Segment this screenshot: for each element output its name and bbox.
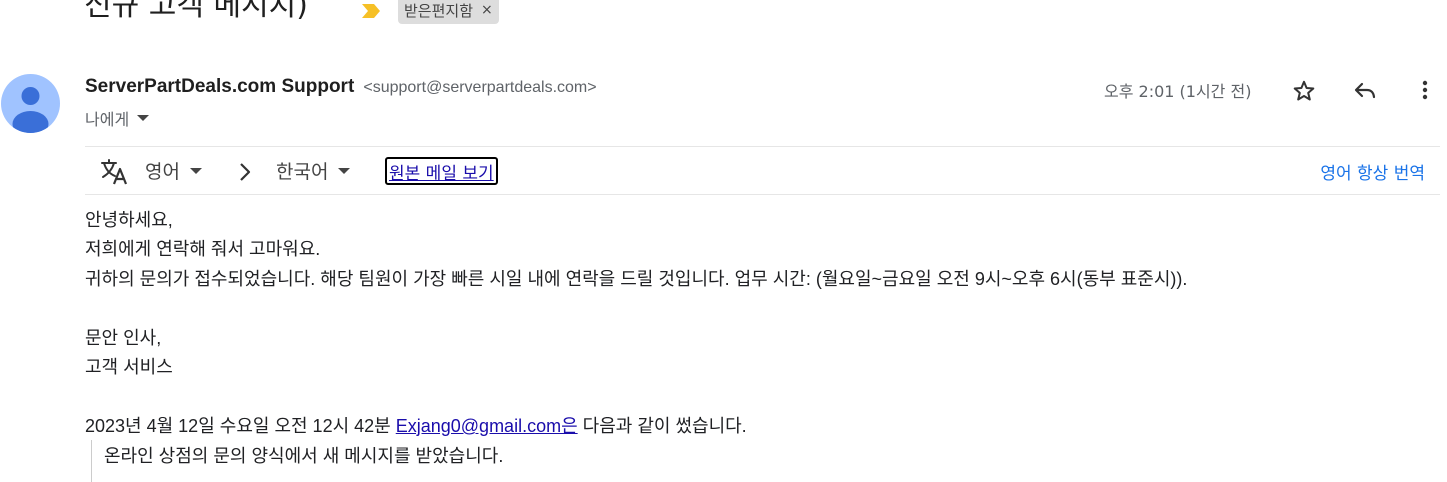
recipient-dropdown-icon[interactable] <box>137 115 150 121</box>
source-language-label: 영어 <box>145 161 180 183</box>
quote-header: 2023년 4월 12일 수요일 오전 12시 42분 Exjang0@gmai… <box>85 414 747 438</box>
quoted-text: 온라인 상점의 문의 양식에서 새 메시지를 받았습니다. <box>104 446 504 466</box>
view-original-link[interactable]: 원본 메일 보기 <box>385 157 498 185</box>
translate-icon <box>101 159 128 185</box>
remove-label-icon[interactable]: × <box>481 2 493 18</box>
source-language-dropdown[interactable]: 영어 <box>145 157 202 184</box>
more-options-button[interactable] <box>1412 77 1438 103</box>
sender-email: <support@serverpartdeals.com> <box>363 79 597 96</box>
chevron-right-icon <box>240 163 251 181</box>
person-icon <box>12 87 49 133</box>
reply-icon <box>1354 82 1376 99</box>
quote-header-date: 2023년 4월 12일 수요일 오전 12시 42분 <box>85 416 396 436</box>
reply-button[interactable] <box>1352 77 1378 103</box>
importance-marker-icon[interactable] <box>360 2 382 20</box>
body-line-regards: 문안 인사, <box>85 328 162 348</box>
quote-header-suffix: 다음과 같이 썼습니다. <box>577 416 747 436</box>
body-line-received: 귀하의 문의가 접수되었습니다. 해당 팀원이 가장 빠른 시일 내에 연락을 … <box>85 269 1188 289</box>
sender-avatar[interactable] <box>1 74 60 133</box>
sender-line: ServerPartDeals.com Support <support@ser… <box>85 76 597 98</box>
body-line-thanks: 저희에게 연락해 줘서 고마워요. <box>85 239 321 259</box>
chevron-down-icon <box>189 167 202 174</box>
body-line-greeting: 안녕하세요, <box>85 210 173 230</box>
target-language-dropdown[interactable]: 한국어 <box>276 157 351 184</box>
quote-divider <box>91 440 92 482</box>
email-subject: 신규 고객 메시지) <box>84 0 308 23</box>
star-icon <box>1293 80 1315 101</box>
quote-sender-link[interactable]: Exjang0@gmail.com은 <box>396 416 578 436</box>
star-button[interactable] <box>1291 78 1317 104</box>
more-vert-icon <box>1422 80 1428 100</box>
inbox-label-chip: 받은편지함 × <box>398 0 499 24</box>
recipient-details[interactable]: 나에게 <box>85 106 150 130</box>
translate-bar: 영어 한국어 원본 메일 보기 영어 항상 번역 <box>85 146 1440 195</box>
always-translate-link[interactable]: 영어 항상 번역 <box>1320 159 1425 184</box>
recipient-label: 나에게 <box>85 110 130 129</box>
body-line-signature: 고객 서비스 <box>85 357 173 377</box>
chevron-down-icon <box>338 167 351 174</box>
email-timestamp: 오후 2:01 (1시간 전) <box>1104 82 1252 101</box>
target-language-label: 한국어 <box>276 161 329 183</box>
sender-name[interactable]: ServerPartDeals.com Support <box>85 76 354 97</box>
inbox-label: 받은편지함 <box>404 1 474 20</box>
